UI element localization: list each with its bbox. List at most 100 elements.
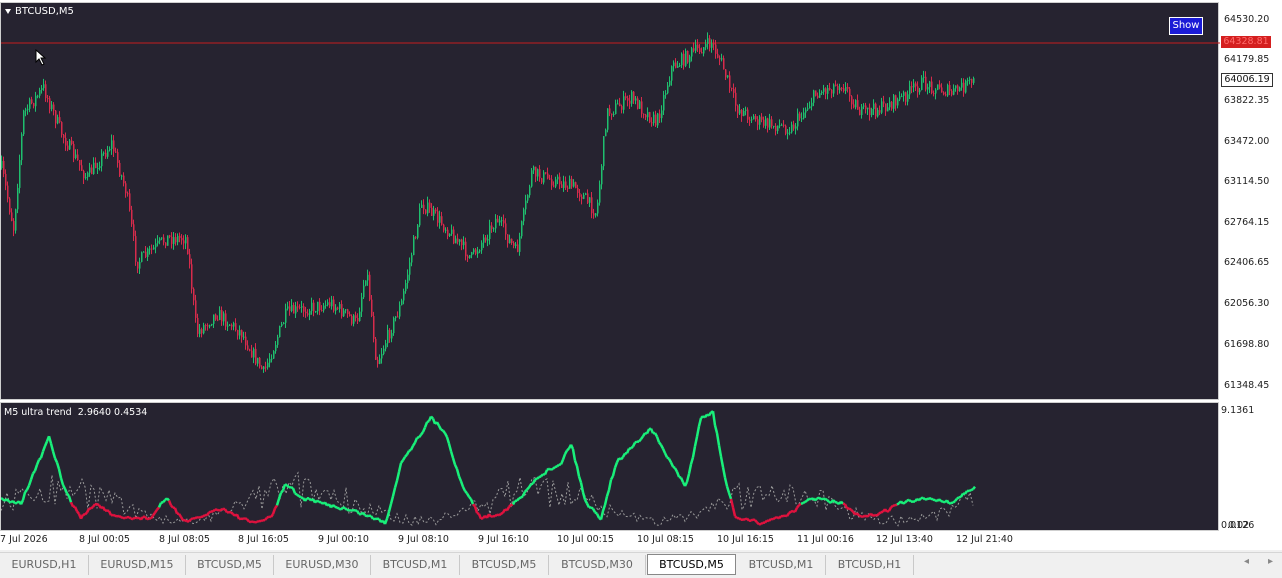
indicator-trend-segment (539, 476, 541, 477)
indicator-trend-segment (659, 442, 661, 445)
indicator-trend-segment (859, 516, 861, 517)
price-candle (185, 234, 187, 249)
tab-btcusd-m5[interactable]: BTCUSD,M5 (186, 555, 274, 575)
price-candle (489, 220, 491, 245)
chevron-down-icon[interactable] (5, 9, 11, 14)
indicator-value-2: 0.4534 (114, 407, 147, 418)
price-tick: 62056.30 (1224, 298, 1269, 309)
price-candle (883, 96, 885, 107)
indicator-trend-segment (413, 443, 415, 446)
price-candle (973, 77, 975, 85)
indicator-trend-segment (477, 513, 479, 514)
price-candle (37, 95, 39, 99)
price-candle (285, 304, 287, 328)
tab-btcusd-m5-active[interactable]: BTCUSD,M5 (647, 554, 736, 575)
price-candle (9, 197, 11, 215)
indicator-trend-segment (903, 503, 905, 504)
indicator-trend-segment (581, 483, 583, 493)
price-chart-svg[interactable] (1, 3, 1220, 401)
indicator-trend-segment (299, 496, 301, 498)
price-candle (75, 149, 77, 159)
price-candle (781, 123, 783, 125)
indicator-trend-segment (431, 416, 433, 418)
price-candle (183, 235, 185, 249)
main-price-pane[interactable]: BTCUSD,M5 Show (0, 2, 1219, 400)
price-candle (761, 113, 763, 122)
indicator-trend-segment (277, 499, 279, 506)
tab-eurusd-m15[interactable]: EURUSD,M15 (89, 555, 186, 575)
price-candle (487, 235, 489, 247)
indicator-trend-segment (207, 513, 209, 516)
price-candle (885, 103, 887, 115)
indicator-trend-segment (425, 422, 427, 427)
price-candle (153, 245, 155, 250)
price-candle (405, 280, 407, 294)
tab-btcusd-m1[interactable]: BTCUSD,M1 (371, 555, 460, 575)
indicator-trend-segment (555, 466, 557, 467)
price-candle (99, 162, 101, 171)
chart-window[interactable]: BTCUSD,M5 Show M5 ultra trend 2.9640 0.4… (0, 0, 1282, 550)
tab-btcusd-m1[interactable]: BTCUSD,M1 (737, 555, 826, 575)
price-candle (869, 103, 871, 120)
price-candle (69, 139, 71, 150)
indicator-trend-segment (789, 511, 791, 513)
price-candle (501, 217, 503, 226)
indicator-trend-segment (115, 516, 117, 517)
tab-btcusd-m30[interactable]: BTCUSD,M30 (549, 555, 646, 575)
price-candle (13, 218, 15, 236)
price-candle (401, 299, 403, 306)
symbol-title[interactable]: BTCUSD,M5 (5, 6, 74, 17)
indicator-trend-segment (521, 496, 523, 498)
price-candle (615, 100, 617, 115)
price-candle (817, 93, 819, 99)
indicator-trend-segment (449, 444, 451, 451)
price-candle (291, 299, 293, 312)
price-candle (711, 39, 713, 52)
price-candle (917, 81, 919, 97)
indicator-trend-segment (479, 514, 481, 519)
indicator-trend-segment (189, 519, 191, 521)
price-candle (265, 362, 267, 372)
price-candle (741, 109, 743, 122)
price-candle (899, 91, 901, 101)
show-button[interactable]: Show (1169, 17, 1203, 35)
price-candle (435, 208, 437, 214)
price-candle (65, 133, 67, 151)
indicator-trend-segment (447, 437, 449, 444)
indicator-trend-segment (63, 485, 65, 489)
price-candle (523, 208, 525, 226)
indicator-chart-svg[interactable] (1, 403, 1220, 532)
tab-eurusd-h1[interactable]: EURUSD,H1 (0, 555, 89, 575)
indicator-trend-segment (671, 462, 673, 466)
price-candle (93, 157, 95, 175)
indicator-title: M5 ultra trend 2.9640 0.4534 (4, 407, 147, 418)
price-candle (511, 238, 513, 244)
indicator-trend-segment (593, 509, 595, 513)
price-candle (81, 160, 83, 171)
indicator-pane[interactable]: M5 ultra trend 2.9640 0.4534 (0, 402, 1219, 531)
price-candle (173, 232, 175, 250)
price-candle (429, 199, 431, 212)
scroll-left-icon[interactable]: ◂ (1244, 556, 1249, 567)
price-candle (339, 302, 341, 313)
indicator-trend-segment (67, 494, 69, 497)
indicator-trend-segment (21, 500, 23, 504)
tab-btcusd-m5[interactable]: BTCUSD,M5 (460, 555, 549, 575)
price-candle (215, 314, 217, 321)
indicator-trend-segment (29, 480, 31, 486)
price-candle (811, 98, 813, 111)
price-candle (687, 50, 689, 63)
indicator-trend-segment (849, 509, 851, 510)
scroll-right-icon[interactable]: ▸ (1268, 556, 1273, 567)
indicator-trend-segment (147, 518, 149, 519)
tab-btcusd-h1[interactable]: BTCUSD,H1 (826, 555, 914, 575)
indicator-trend-segment (119, 516, 121, 517)
price-candle (5, 169, 7, 190)
price-candle (635, 96, 637, 104)
time-tick: 10 Jul 00:15 (557, 534, 614, 545)
tab-eurusd-m30[interactable]: EURUSD,M30 (274, 555, 371, 575)
price-candle (415, 236, 417, 239)
price-candle (313, 300, 315, 316)
indicator-trend-segment (363, 513, 365, 516)
indicator-trend-segment (735, 516, 737, 518)
